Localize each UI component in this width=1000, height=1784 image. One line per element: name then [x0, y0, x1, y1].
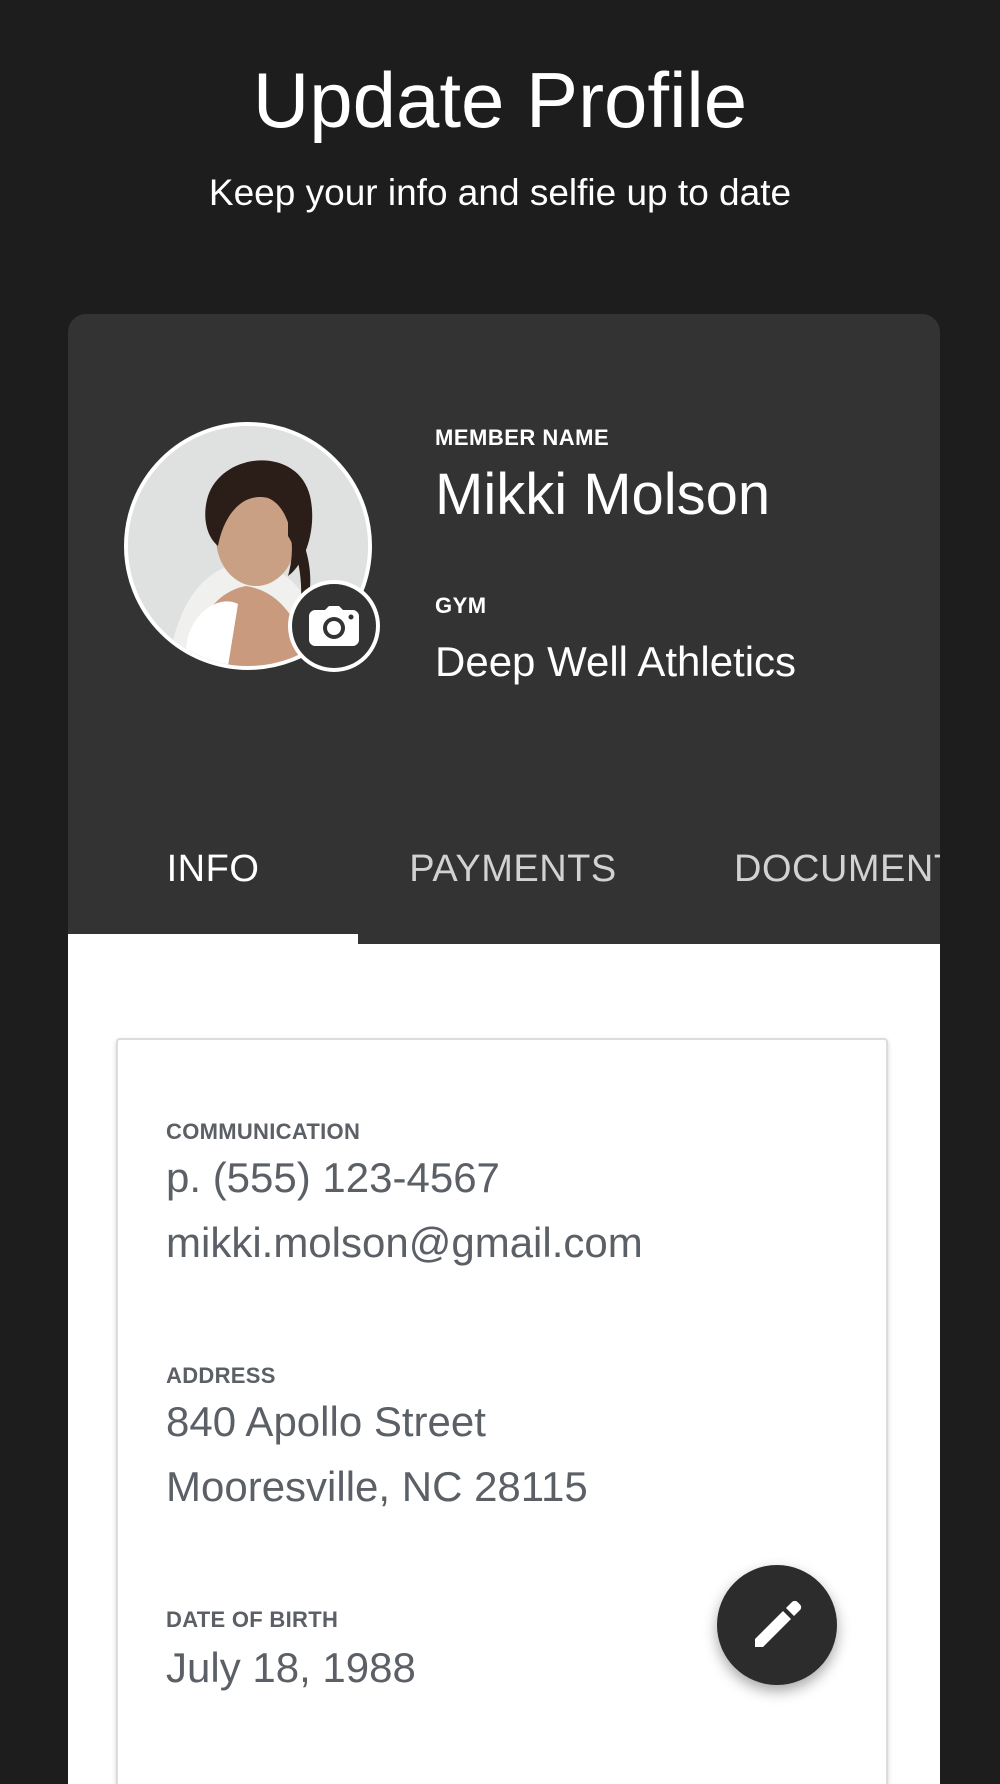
profile-tabs: INFO PAYMENTS DOCUMENTS — [68, 794, 940, 944]
pencil-icon — [755, 1600, 802, 1647]
email-value: mikki.molson@gmail.com — [166, 1219, 643, 1266]
address-line1: 840 Apollo Street — [166, 1398, 486, 1445]
address-label: ADDRESS — [166, 1363, 276, 1388]
tab-payments[interactable]: PAYMENTS — [358, 794, 668, 944]
edit-button[interactable] — [717, 1565, 837, 1685]
profile-card: MEMBER NAME Mikki Molson GYM Deep Well A… — [68, 314, 940, 1784]
gym-name: Deep Well Athletics — [435, 638, 797, 685]
communication-label: COMMUNICATION — [166, 1119, 361, 1144]
dob-value: July 18, 1988 — [166, 1644, 416, 1691]
active-tab-indicator — [68, 934, 358, 944]
change-photo-button[interactable] — [288, 580, 380, 672]
address-line2: Mooresville, NC 28115 — [166, 1463, 588, 1510]
phone-value: p. (555) 123-4567 — [166, 1154, 500, 1201]
tab-info[interactable]: INFO — [68, 794, 358, 944]
page-subtitle: Keep your info and selfie up to date — [208, 172, 792, 213]
member-name: Mikki Molson — [435, 462, 771, 527]
dob-label: DATE OF BIRTH — [166, 1607, 339, 1632]
page-title: Update Profile — [252, 56, 748, 144]
tab-documents[interactable]: DOCUMENTS — [668, 794, 940, 944]
camera-icon — [309, 606, 359, 646]
gym-label: GYM — [435, 593, 487, 618]
avatar-container — [124, 422, 380, 672]
member-name-label: MEMBER NAME — [435, 425, 610, 450]
